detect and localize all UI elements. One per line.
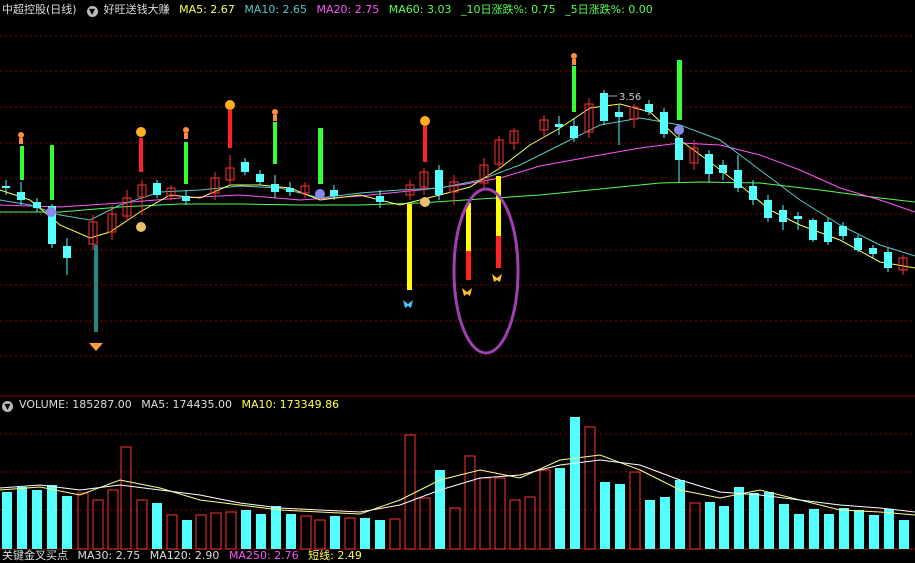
diamond-icon — [89, 343, 103, 351]
volume-panel-header: ▼ VOLUME: 185287.00 MA5: 174435.00 MA10: … — [2, 398, 345, 412]
runner-icon — [18, 53, 577, 144]
kline-chart-canvas[interactable]: 3.56 — [0, 0, 915, 556]
volume-label: VOLUME: 185287.00 — [19, 398, 132, 411]
ma20-label: MA20: 2.75 — [316, 3, 380, 16]
volume-ma10-label: MA10: 173349.86 — [241, 398, 340, 411]
chg5-label: _5日涨跌%: 0.00 — [565, 3, 653, 16]
indicator-name[interactable]: 好旺送钱大赚 — [104, 3, 170, 16]
stock-title: 中超控股(日线) — [2, 3, 77, 16]
ma60-label: MA60: 3.03 — [388, 3, 452, 16]
butterfly-icon — [403, 274, 502, 308]
peach-icon — [136, 100, 430, 137]
volume-bars — [2, 417, 909, 550]
volume-menu-icon[interactable]: ▼ — [2, 401, 13, 412]
price-label: 3.56 — [619, 92, 641, 103]
bottom-panel-header: 关键金叉买点 MA30: 2.75 MA120: 2.90 MA250: 2.7… — [2, 549, 368, 563]
chg10-label: _10日涨跌%: 0.75 — [460, 3, 556, 16]
ma20-line — [0, 142, 915, 213]
indicator-menu-icon[interactable]: ▼ — [86, 6, 98, 17]
volume-ma5-label: MA5: 174435.00 — [141, 398, 232, 411]
price-panel-header: 中超控股(日线) ▼ 好旺送钱大赚 MA5: 2.67 MA10: 2.65 MA2… — [2, 3, 659, 17]
ma10-label: MA10: 2.65 — [244, 3, 308, 16]
ma5-label: MA5: 2.67 — [179, 3, 235, 16]
